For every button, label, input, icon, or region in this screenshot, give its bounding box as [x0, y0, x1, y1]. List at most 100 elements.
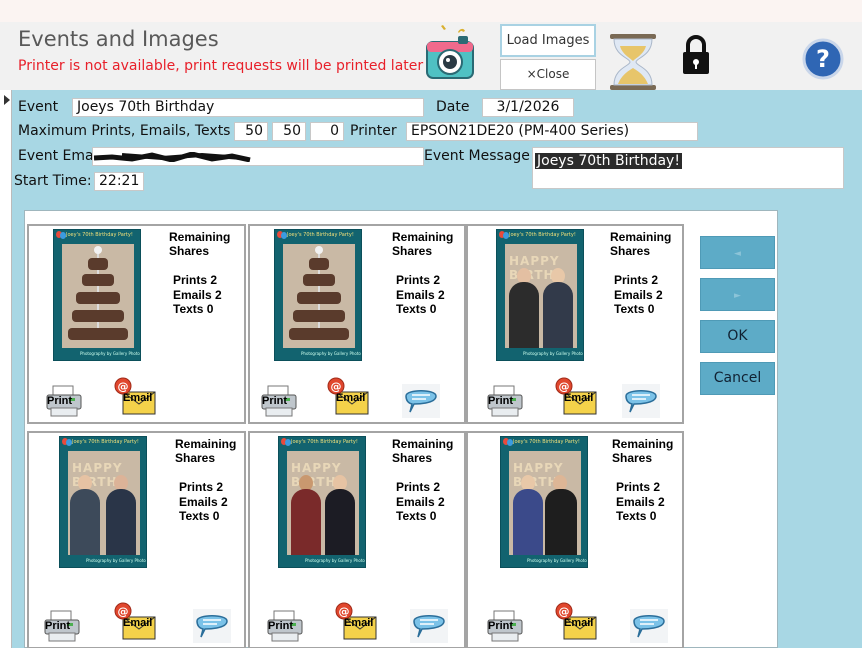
print-button[interactable]: Print	[486, 609, 524, 643]
event-photo[interactable]: Joey's 70th Birthday Party! HAPPY BIRTH Ph…	[278, 436, 366, 568]
email-button[interactable]: @ Email	[114, 377, 156, 418]
email-button[interactable]: @ Email	[555, 377, 597, 418]
email-label: Email	[344, 617, 374, 629]
shares-label: Shares	[610, 244, 651, 258]
event-message-field[interactable]: Joeys 70th Birthday!	[532, 147, 844, 189]
photo-banner-text: HAPPY BIRTH	[513, 461, 564, 489]
emails-remaining: Emails 2	[614, 287, 663, 302]
texts-remaining: Texts 0	[173, 302, 214, 316]
remaining-label: Remaining	[175, 437, 237, 451]
photo-credit: Photography by Gallery Photo	[523, 351, 583, 356]
arrow-right-icon: ►	[734, 291, 741, 301]
balloons-icon	[277, 231, 287, 243]
event-email-label: Event Email	[18, 148, 102, 164]
max-texts-field[interactable]: 0	[310, 122, 344, 141]
prints-remaining: Prints 2	[396, 480, 441, 494]
emails-remaining: Emails 2	[179, 494, 228, 509]
email-label: Email	[564, 392, 594, 404]
email-button[interactable]: @ Email	[327, 377, 369, 418]
prints-remaining: Prints 2	[616, 480, 661, 494]
event-photo[interactable]: Joey's 70th Birthday Party! HAPPY BIRTH Ph…	[496, 229, 584, 361]
print-label: Print	[47, 395, 73, 407]
photo-title: Joey's 70th Birthday Party!	[72, 439, 139, 445]
date-field[interactable]: 3/1/2026	[482, 98, 574, 117]
email-label: Email	[123, 392, 153, 404]
email-button[interactable]: @ Email	[335, 602, 377, 643]
photo-credit: Photography by Gallery Photo	[80, 351, 140, 356]
text-message-button[interactable]	[410, 609, 448, 643]
emails-remaining: Emails 2	[173, 287, 222, 302]
print-label: Print	[488, 620, 514, 632]
email-label: Email	[564, 617, 594, 629]
help-icon[interactable]: ?	[802, 38, 844, 80]
shares-label: Shares	[169, 244, 210, 258]
header-bar: Events and Images Printer is not availab…	[0, 22, 862, 90]
texts-remaining: Texts 0	[396, 509, 437, 523]
photo-credit: Photography by Gallery Photo	[86, 558, 146, 563]
remaining-label: Remaining	[392, 230, 454, 244]
text-message-button[interactable]	[622, 384, 660, 418]
shares-label: Shares	[392, 244, 433, 258]
arrow-left-icon: ◄	[734, 249, 741, 259]
remaining-label: Remaining	[612, 437, 674, 451]
email-button[interactable]: @ Email	[555, 602, 597, 643]
start-time-field[interactable]: 22:21	[94, 172, 144, 191]
event-label: Event	[18, 99, 59, 115]
prints-remaining: Prints 2	[179, 480, 224, 494]
print-button[interactable]: Print	[45, 384, 83, 418]
prints-remaining: Prints 2	[173, 273, 218, 287]
prints-remaining: Prints 2	[396, 273, 441, 287]
text-message-button[interactable]	[630, 609, 668, 643]
print-button[interactable]: Print	[260, 384, 298, 418]
cancel-button[interactable]: Cancel	[700, 362, 775, 395]
close-button[interactable]: ×Close	[500, 59, 596, 90]
photo-banner-text: HAPPY BIRTH	[509, 254, 560, 282]
text-message-button[interactable]	[402, 384, 440, 418]
image-card[interactable]: Joey's 70th Birthday Party! Photography b…	[248, 224, 466, 424]
image-card[interactable]: Joey's 70th Birthday Party! HAPPY BIRTH Ph…	[466, 431, 684, 648]
event-form: Event Joeys 70th Birthday Date 3/1/2026 …	[0, 90, 862, 648]
image-card[interactable]: Joey's 70th Birthday Party! HAPPY BIRTH Ph…	[466, 224, 684, 424]
ok-button[interactable]: OK	[700, 320, 775, 353]
previous-page-button[interactable]: ◄	[700, 236, 775, 269]
page-title: Events and Images	[18, 27, 219, 51]
print-label: Print	[45, 620, 71, 632]
event-photo[interactable]: Joey's 70th Birthday Party! HAPPY BIRTH Ph…	[59, 436, 147, 568]
camera-icon[interactable]	[424, 24, 476, 86]
image-card[interactable]: Joey's 70th Birthday Party! HAPPY BIRTH Ph…	[27, 431, 246, 648]
print-label: Print	[268, 620, 294, 632]
image-card[interactable]: Joey's 70th Birthday Party! Photography b…	[27, 224, 246, 424]
photo-scene: HAPPY BIRTH	[509, 451, 581, 555]
image-card[interactable]: Joey's 70th Birthday Party! HAPPY BIRTH Ph…	[248, 431, 466, 648]
print-button[interactable]: Print	[486, 384, 524, 418]
text-message-button[interactable]	[193, 609, 231, 643]
email-label: Email	[336, 392, 366, 404]
printer-field[interactable]: EPSON21DE20 (PM-400 Series)	[406, 122, 698, 141]
next-page-button[interactable]: ►	[700, 278, 775, 311]
max-emails-field[interactable]: 50	[272, 122, 306, 141]
shares-label: Shares	[175, 451, 216, 465]
print-button[interactable]: Print	[43, 609, 81, 643]
printer-label: Printer	[350, 123, 397, 139]
max-prints-field[interactable]: 50	[234, 122, 268, 141]
print-button[interactable]: Print	[266, 609, 304, 643]
redacted-email-scribble	[93, 152, 251, 162]
balloons-icon	[56, 231, 66, 243]
load-images-button[interactable]: Load Images	[500, 24, 596, 57]
photo-credit: Photography by Gallery Photo	[305, 558, 365, 563]
lock-icon[interactable]	[680, 34, 712, 76]
photo-scene: HAPPY BIRTH	[287, 451, 359, 555]
balloons-icon	[503, 438, 513, 450]
email-button[interactable]: @ Email	[114, 602, 156, 643]
event-photo[interactable]: Joey's 70th Birthday Party! Photography b…	[274, 229, 362, 361]
record-selector[interactable]	[0, 90, 12, 648]
photo-scene: HAPPY BIRTH	[505, 244, 577, 348]
event-message-text: Joeys 70th Birthday!	[535, 153, 682, 169]
event-name-field[interactable]: Joeys 70th Birthday	[72, 98, 424, 117]
event-photo[interactable]: Joey's 70th Birthday Party! Photography b…	[53, 229, 141, 361]
remaining-label: Remaining	[392, 437, 454, 451]
photo-credit: Photography by Gallery Photo	[301, 351, 361, 356]
start-time-label: Start Time:	[14, 173, 92, 189]
event-photo[interactable]: Joey's 70th Birthday Party! HAPPY BIRTH Ph…	[500, 436, 588, 568]
emails-remaining: Emails 2	[396, 494, 445, 509]
